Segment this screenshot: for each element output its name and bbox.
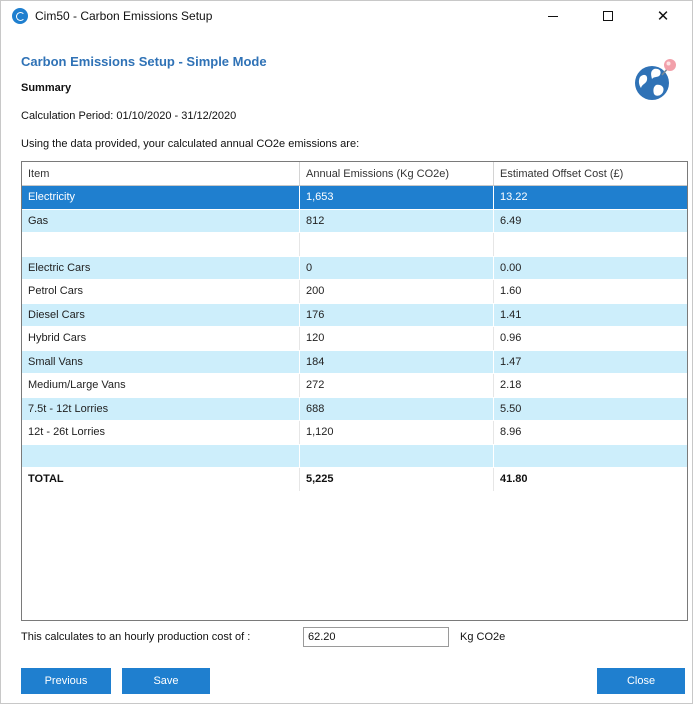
total-row[interactable]: TOTAL 5,225 41.80 <box>22 468 687 492</box>
minimize-icon <box>548 15 558 17</box>
hourly-cost-field[interactable] <box>303 627 449 647</box>
emissions-cell <box>300 233 494 256</box>
maximize-button[interactable] <box>585 1 631 31</box>
emissions-cell: 272 <box>300 374 494 397</box>
table-row[interactable]: Electricity 1,653 13.22 <box>22 186 687 210</box>
table-row[interactable]: Medium/Large Vans 272 2.18 <box>22 374 687 398</box>
item-cell <box>22 233 300 256</box>
table-row[interactable]: Electric Cars 0 0.00 <box>22 256 687 280</box>
table-row[interactable]: 7.5t - 12t Lorries 688 5.50 <box>22 397 687 421</box>
summary-label: Summary <box>21 82 72 94</box>
emissions-cell: 184 <box>300 350 494 373</box>
item-cell: Medium/Large Vans <box>22 374 300 397</box>
emissions-cell: 0 <box>300 256 494 279</box>
emissions-cell: 812 <box>300 209 494 232</box>
item-cell: Electricity <box>22 186 300 209</box>
cost-cell: 6.49 <box>500 214 522 227</box>
table-row[interactable]: Gas 812 6.49 <box>22 209 687 233</box>
item-cell: Diesel Cars <box>22 303 300 326</box>
minimize-button[interactable] <box>530 1 576 31</box>
table-row[interactable]: Hybrid Cars 120 0.96 <box>22 327 687 351</box>
cost-cell: 1.60 <box>500 285 522 297</box>
cost-cell: 13.22 <box>500 191 528 203</box>
item-cell: 7.5t - 12t Lorries <box>22 397 300 420</box>
carbon-emissions-window: Cim50 - Carbon Emissions Setup ✕ Carbon … <box>0 0 693 704</box>
item-cell: Hybrid Cars <box>22 327 300 350</box>
item-cell: 12t - 26t Lorries <box>22 421 300 444</box>
page-heading: Carbon Emissions Setup - Simple Mode <box>21 54 267 69</box>
item-cell: Electric Cars <box>22 256 300 279</box>
close-window-button[interactable]: ✕ <box>640 1 686 31</box>
title-bar[interactable]: Cim50 - Carbon Emissions Setup ✕ <box>1 1 692 31</box>
cost-cell: 2.18 <box>500 379 522 391</box>
cost-cell: 1.41 <box>500 308 522 321</box>
emissions-cell: 688 <box>300 397 494 420</box>
cost-cell <box>494 233 687 256</box>
emissions-cell <box>300 444 494 467</box>
emissions-cell: 1,120 <box>300 421 494 444</box>
table-header: Item Annual Emissions (Kg CO2e) Estimate… <box>22 162 687 186</box>
window-title: Cim50 - Carbon Emissions Setup <box>35 9 213 23</box>
cost-cell <box>494 445 687 468</box>
emissions-cell: 1,653 <box>300 186 494 209</box>
close-icon: ✕ <box>656 7 670 25</box>
hourly-cost-unit: Kg CO2e <box>460 631 506 643</box>
cost-cell: 0.00 <box>500 261 522 274</box>
save-button[interactable]: Save <box>122 668 210 694</box>
table-row[interactable]: Diesel Cars 176 1.41 <box>22 303 687 327</box>
item-cell <box>22 444 300 467</box>
app-globe-icon <box>12 8 28 24</box>
close-button[interactable]: Close <box>597 668 685 694</box>
item-cell: Petrol Cars <box>22 280 300 303</box>
previous-button[interactable]: Previous <box>21 668 111 694</box>
globe-pin-icon <box>635 59 676 100</box>
table-row[interactable] <box>22 233 687 257</box>
column-header-item[interactable]: Item <box>22 162 300 185</box>
cost-cell: 8.96 <box>500 426 522 438</box>
cost-cell: 0.96 <box>500 332 522 344</box>
item-cell: Gas <box>22 209 300 232</box>
hourly-cost-label: This calculates to an hourly production … <box>21 631 251 643</box>
column-header-emissions[interactable]: Annual Emissions (Kg CO2e) <box>300 162 494 185</box>
emissions-cell: 200 <box>300 280 494 303</box>
table-row[interactable]: 12t - 26t Lorries 1,120 8.96 <box>22 421 687 445</box>
total-cost-cell: 41.80 <box>500 473 528 485</box>
intro-text: Using the data provided, your calculated… <box>21 138 360 150</box>
column-header-cost[interactable]: Estimated Offset Cost (£) <box>494 162 687 185</box>
table-row[interactable]: Petrol Cars 200 1.60 <box>22 280 687 304</box>
emissions-cell: 120 <box>300 327 494 350</box>
cost-cell: 1.47 <box>500 355 522 368</box>
maximize-icon <box>603 11 613 21</box>
cost-cell: 5.50 <box>500 402 522 415</box>
item-cell: Small Vans <box>22 350 300 373</box>
calculation-period: Calculation Period: 01/10/2020 - 31/12/2… <box>21 110 237 122</box>
emissions-cell: 176 <box>300 303 494 326</box>
total-emissions-cell: 5,225 <box>300 468 494 491</box>
table-row[interactable]: Small Vans 184 1.47 <box>22 350 687 374</box>
table-row[interactable] <box>22 444 687 468</box>
total-label-cell: TOTAL <box>22 468 300 491</box>
emissions-table[interactable]: Item Annual Emissions (Kg CO2e) Estimate… <box>21 161 688 621</box>
